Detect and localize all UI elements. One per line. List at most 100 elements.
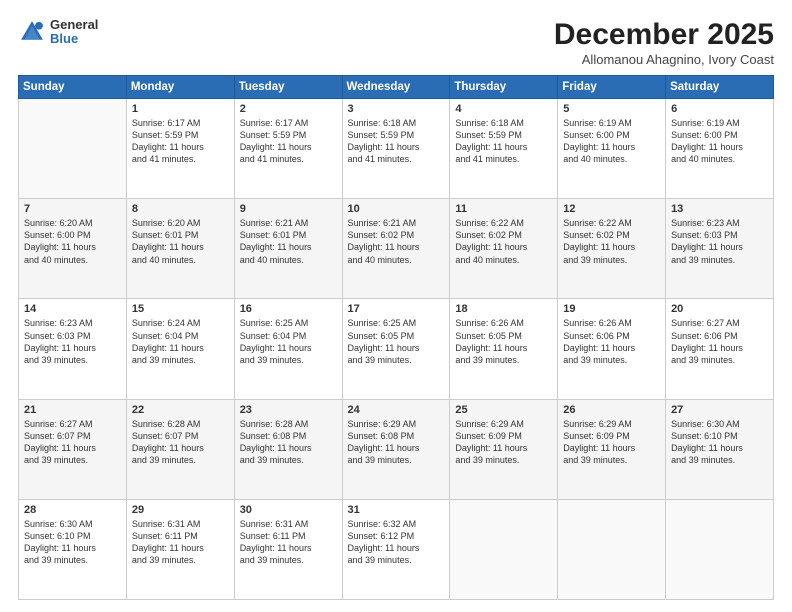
day-info: Sunrise: 6:25 AM Sunset: 6:05 PM Dayligh…: [348, 317, 445, 366]
day-info: Sunrise: 6:31 AM Sunset: 6:11 PM Dayligh…: [132, 518, 229, 567]
calendar-cell: 28Sunrise: 6:30 AM Sunset: 6:10 PM Dayli…: [19, 499, 127, 599]
day-info: Sunrise: 6:26 AM Sunset: 6:05 PM Dayligh…: [455, 317, 552, 366]
day-info: Sunrise: 6:20 AM Sunset: 6:01 PM Dayligh…: [132, 217, 229, 266]
day-info: Sunrise: 6:30 AM Sunset: 6:10 PM Dayligh…: [671, 418, 768, 467]
calendar-cell: 26Sunrise: 6:29 AM Sunset: 6:09 PM Dayli…: [558, 399, 666, 499]
day-info: Sunrise: 6:23 AM Sunset: 6:03 PM Dayligh…: [24, 317, 121, 366]
calendar-cell: 22Sunrise: 6:28 AM Sunset: 6:07 PM Dayli…: [126, 399, 234, 499]
day-number: 29: [132, 504, 229, 516]
calendar-cell: 31 Sunrise: 6:32 AM Sunset: 6:12 PM Dayli…: [342, 499, 450, 599]
day-number: 9: [240, 203, 337, 215]
day-number: 13: [671, 203, 768, 215]
day-number: 6: [671, 103, 768, 115]
col-saturday: Saturday: [666, 76, 774, 99]
calendar-cell: [450, 499, 558, 599]
day-number: 15: [132, 303, 229, 315]
day-info: Sunrise: 6:23 AM Sunset: 6:03 PM Dayligh…: [671, 217, 768, 266]
day-info: Sunrise: 6:22 AM Sunset: 6:02 PM Dayligh…: [563, 217, 660, 266]
calendar-cell: 10Sunrise: 6:21 AM Sunset: 6:02 PM Dayli…: [342, 199, 450, 299]
header: General Blue December 2025 Allomanou Aha…: [18, 18, 774, 67]
day-info: Sunrise: 6:32 AM Sunset: 6:12 PM Dayligh…: [348, 518, 445, 567]
day-number: 2: [240, 103, 337, 115]
calendar-cell: [19, 99, 127, 199]
day-number: 30: [240, 504, 337, 516]
day-info: Sunrise: 6:22 AM Sunset: 6:02 PM Dayligh…: [455, 217, 552, 266]
calendar-cell: 3 Sunrise: 6:18 AM Sunset: 5:59 PM Daylig…: [342, 99, 450, 199]
calendar-cell: 6 Sunrise: 6:19 AM Sunset: 6:00 PM Daylig…: [666, 99, 774, 199]
day-number: 5: [563, 103, 660, 115]
day-number: 11: [455, 203, 552, 215]
calendar-title: December 2025: [554, 18, 774, 52]
day-info: Sunrise: 6:18 AM Sunset: 5:59 PM Dayligh…: [348, 117, 445, 166]
calendar-cell: 9 Sunrise: 6:21 AM Sunset: 6:01 PM Daylig…: [234, 199, 342, 299]
calendar-cell: 20 Sunrise: 6:27 AM Sunset: 6:06 PM Dayli…: [666, 299, 774, 399]
calendar-cell: 24 Sunrise: 6:29 AM Sunset: 6:08 PM Dayli…: [342, 399, 450, 499]
calendar-cell: 15 Sunrise: 6:24 AM Sunset: 6:04 PM Dayli…: [126, 299, 234, 399]
day-number: 25: [455, 404, 552, 416]
calendar-cell: 19Sunrise: 6:26 AM Sunset: 6:06 PM Dayli…: [558, 299, 666, 399]
day-info: Sunrise: 6:19 AM Sunset: 6:00 PM Dayligh…: [563, 117, 660, 166]
calendar-subtitle: Allomanou Ahagnino, Ivory Coast: [554, 52, 774, 67]
col-tuesday: Tuesday: [234, 76, 342, 99]
logo: General Blue: [18, 18, 98, 47]
col-monday: Monday: [126, 76, 234, 99]
day-info: Sunrise: 6:20 AM Sunset: 6:00 PM Dayligh…: [24, 217, 121, 266]
calendar-cell: 25 Sunrise: 6:29 AM Sunset: 6:09 PM Dayli…: [450, 399, 558, 499]
day-number: 21: [24, 404, 121, 416]
title-block: December 2025 Allomanou Ahagnino, Ivory …: [554, 18, 774, 67]
day-info: Sunrise: 6:19 AM Sunset: 6:00 PM Dayligh…: [671, 117, 768, 166]
calendar-cell: 14Sunrise: 6:23 AM Sunset: 6:03 PM Dayli…: [19, 299, 127, 399]
header-row: Sunday Monday Tuesday Wednesday Thursday…: [19, 76, 774, 99]
logo-general: General: [50, 18, 98, 32]
day-number: 20: [671, 303, 768, 315]
day-info: Sunrise: 6:17 AM Sunset: 5:59 PM Dayligh…: [132, 117, 229, 166]
day-info: Sunrise: 6:29 AM Sunset: 6:08 PM Dayligh…: [348, 418, 445, 467]
day-info: Sunrise: 6:18 AM Sunset: 5:59 PM Dayligh…: [455, 117, 552, 166]
day-number: 18: [455, 303, 552, 315]
calendar-week-4: 21 Sunrise: 6:27 AM Sunset: 6:07 PM Dayli…: [19, 399, 774, 499]
calendar-cell: 11 Sunrise: 6:22 AM Sunset: 6:02 PM Dayli…: [450, 199, 558, 299]
day-number: 19: [563, 303, 660, 315]
day-number: 1: [132, 103, 229, 115]
page: General Blue December 2025 Allomanou Aha…: [0, 0, 792, 612]
day-number: 17: [348, 303, 445, 315]
calendar-cell: 1 Sunrise: 6:17 AM Sunset: 5:59 PM Daylig…: [126, 99, 234, 199]
calendar-cell: 12Sunrise: 6:22 AM Sunset: 6:02 PM Dayli…: [558, 199, 666, 299]
calendar-cell: 30 Sunrise: 6:31 AM Sunset: 6:11 PM Dayli…: [234, 499, 342, 599]
calendar-cell: [558, 499, 666, 599]
col-thursday: Thursday: [450, 76, 558, 99]
day-info: Sunrise: 6:31 AM Sunset: 6:11 PM Dayligh…: [240, 518, 337, 567]
day-info: Sunrise: 6:25 AM Sunset: 6:04 PM Dayligh…: [240, 317, 337, 366]
day-number: 4: [455, 103, 552, 115]
calendar-cell: 29 Sunrise: 6:31 AM Sunset: 6:11 PM Dayli…: [126, 499, 234, 599]
day-number: 26: [563, 404, 660, 416]
day-number: 10: [348, 203, 445, 215]
calendar-cell: 7Sunrise: 6:20 AM Sunset: 6:00 PM Daylig…: [19, 199, 127, 299]
col-friday: Friday: [558, 76, 666, 99]
calendar-cell: [666, 499, 774, 599]
day-info: Sunrise: 6:24 AM Sunset: 6:04 PM Dayligh…: [132, 317, 229, 366]
logo-text: General Blue: [50, 18, 98, 47]
calendar-cell: 18 Sunrise: 6:26 AM Sunset: 6:05 PM Dayli…: [450, 299, 558, 399]
day-info: Sunrise: 6:27 AM Sunset: 6:06 PM Dayligh…: [671, 317, 768, 366]
day-number: 24: [348, 404, 445, 416]
col-sunday: Sunday: [19, 76, 127, 99]
day-number: 8: [132, 203, 229, 215]
day-info: Sunrise: 6:27 AM Sunset: 6:07 PM Dayligh…: [24, 418, 121, 467]
calendar-cell: 5 Sunrise: 6:19 AM Sunset: 6:00 PM Daylig…: [558, 99, 666, 199]
calendar-cell: 4 Sunrise: 6:18 AM Sunset: 5:59 PM Daylig…: [450, 99, 558, 199]
calendar-cell: 2Sunrise: 6:17 AM Sunset: 5:59 PM Daylig…: [234, 99, 342, 199]
calendar-week-2: 7Sunrise: 6:20 AM Sunset: 6:00 PM Daylig…: [19, 199, 774, 299]
calendar-week-5: 28Sunrise: 6:30 AM Sunset: 6:10 PM Dayli…: [19, 499, 774, 599]
day-number: 3: [348, 103, 445, 115]
day-info: Sunrise: 6:21 AM Sunset: 6:01 PM Dayligh…: [240, 217, 337, 266]
day-number: 27: [671, 404, 768, 416]
calendar-table: Sunday Monday Tuesday Wednesday Thursday…: [18, 75, 774, 600]
day-number: 22: [132, 404, 229, 416]
calendar-cell: 13 Sunrise: 6:23 AM Sunset: 6:03 PM Dayli…: [666, 199, 774, 299]
day-info: Sunrise: 6:29 AM Sunset: 6:09 PM Dayligh…: [455, 418, 552, 467]
day-number: 31: [348, 504, 445, 516]
calendar-cell: 16Sunrise: 6:25 AM Sunset: 6:04 PM Dayli…: [234, 299, 342, 399]
calendar-cell: 23Sunrise: 6:28 AM Sunset: 6:08 PM Dayli…: [234, 399, 342, 499]
calendar-cell: 27 Sunrise: 6:30 AM Sunset: 6:10 PM Dayli…: [666, 399, 774, 499]
